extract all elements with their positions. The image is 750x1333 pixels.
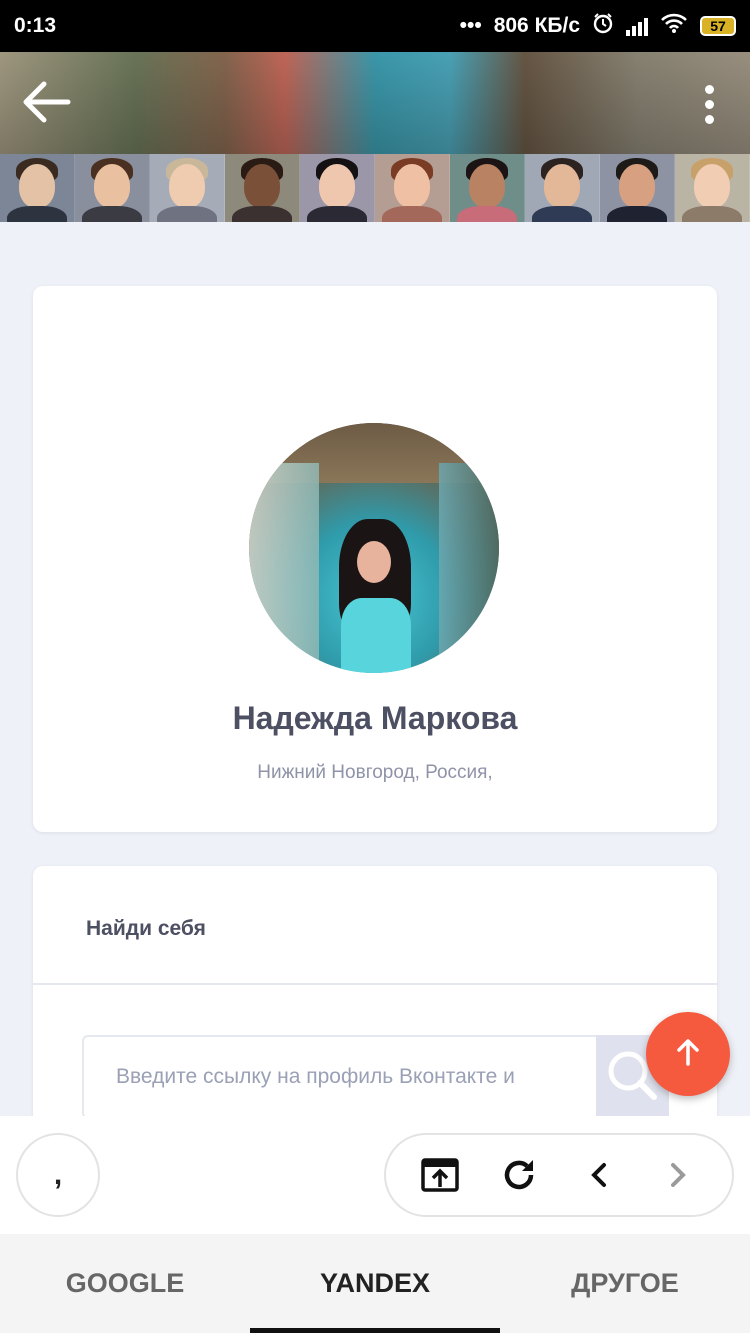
face-thumbnail [300, 154, 375, 222]
divider [33, 983, 717, 985]
profile-card [33, 286, 717, 832]
forward-chevron-icon[interactable] [648, 1145, 708, 1205]
network-speed: 806 КБ/с [493, 14, 580, 37]
tab-google[interactable]: GOOGLE [0, 1234, 250, 1333]
open-in-app-icon[interactable] [410, 1145, 470, 1205]
search-engine-tabs: GOOGLE YANDEX ДРУГОЕ [0, 1234, 750, 1333]
back-chevron-icon[interactable] [569, 1145, 629, 1205]
browser-toolbar: , [0, 1116, 750, 1234]
faces-strip [0, 154, 750, 222]
reload-icon[interactable] [489, 1145, 549, 1205]
status-time: 0:13 [14, 14, 57, 37]
status-icons: ••• 806 КБ/с 57 [460, 12, 736, 40]
wifi-icon [660, 12, 688, 40]
tab-other[interactable]: ДРУГОЕ [500, 1234, 750, 1333]
face-thumbnail [450, 154, 525, 222]
signal-icon [626, 16, 648, 36]
face-thumbnail [675, 154, 750, 222]
more-vertical-icon[interactable] [694, 74, 724, 134]
battery-icon: 57 [700, 16, 736, 36]
back-button[interactable] [16, 74, 76, 134]
avatar[interactable] [249, 423, 499, 673]
face-thumbnail [75, 154, 150, 222]
scroll-top-button[interactable] [646, 1012, 730, 1096]
face-thumbnail [0, 154, 75, 222]
arrow-up-icon [675, 1038, 701, 1071]
face-thumbnail [600, 154, 675, 222]
status-bar: 0:13 ••• 806 КБ/с 57 [0, 0, 750, 52]
face-thumbnail [375, 154, 450, 222]
quick-button[interactable]: , [16, 1133, 100, 1217]
status-dots: ••• [459, 14, 482, 37]
face-thumbnail [525, 154, 600, 222]
alarm-icon [592, 12, 614, 40]
face-thumbnail [225, 154, 300, 222]
face-thumbnail [150, 154, 225, 222]
cover-image [0, 52, 750, 154]
profile-name: Надежда Маркова [232, 700, 518, 736]
tab-yandex[interactable]: YANDEX [250, 1234, 500, 1333]
profile-location: Нижний Новгород, Россия, [257, 762, 493, 783]
navigation-controls [384, 1133, 734, 1217]
profile-link-input[interactable] [82, 1035, 596, 1119]
search-section-title: Найди себя [86, 917, 206, 940]
arrow-left-icon [20, 80, 72, 129]
